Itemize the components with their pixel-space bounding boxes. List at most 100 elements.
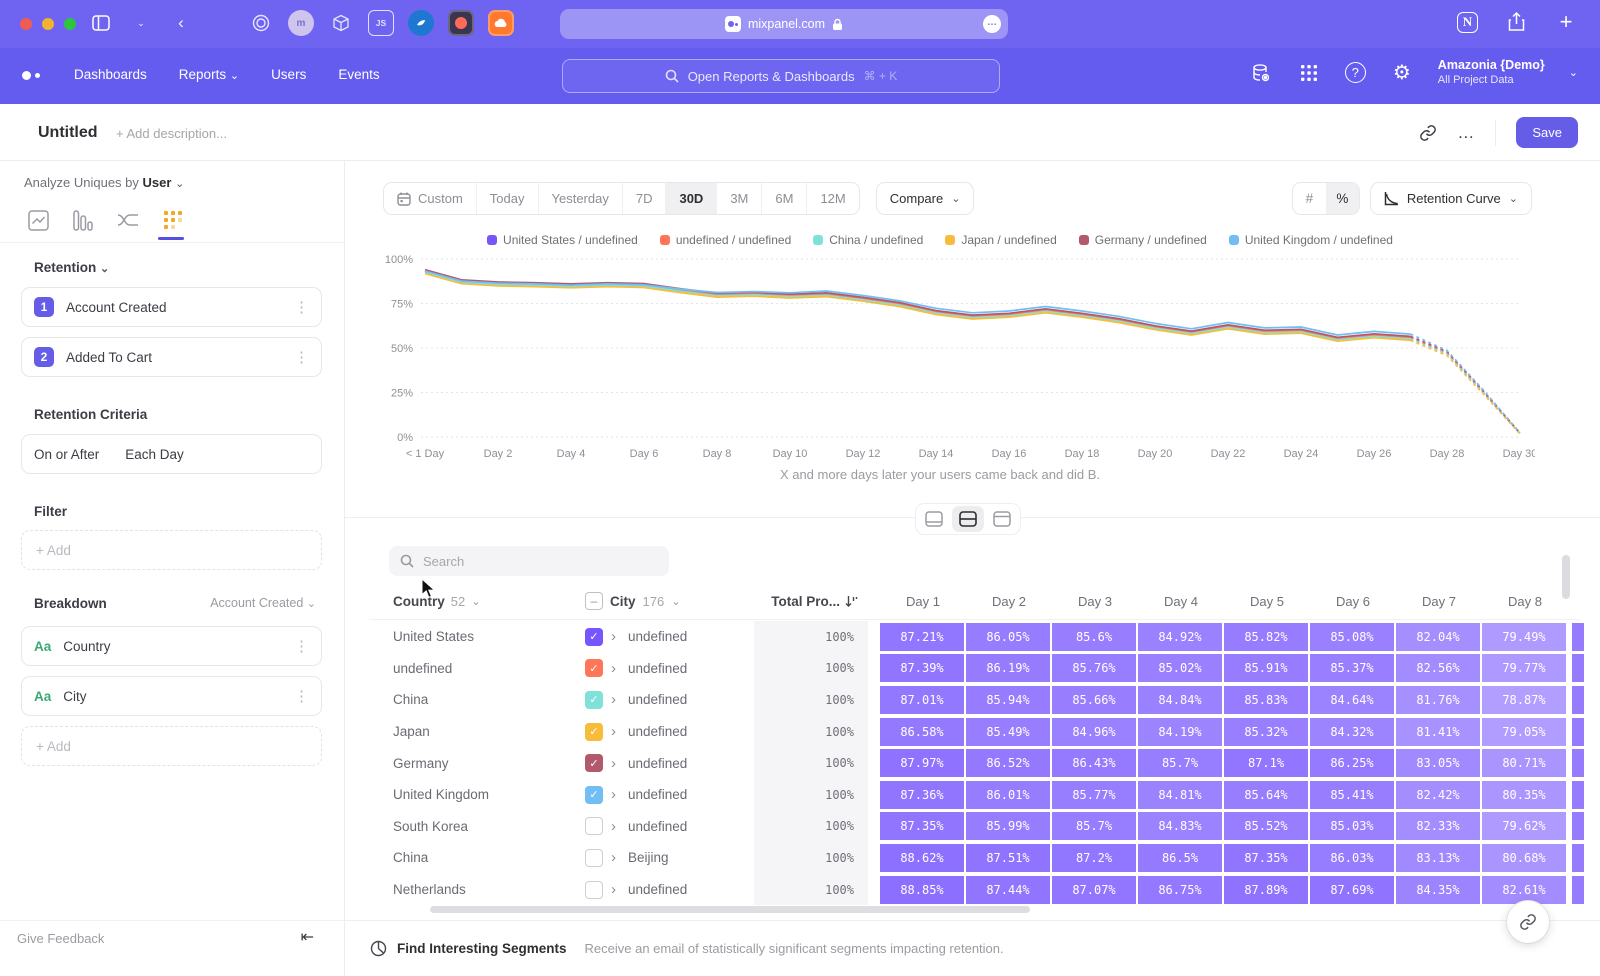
retention-cell[interactable]: 86.75% — [1138, 876, 1222, 904]
expand-row-icon[interactable]: › — [611, 818, 628, 835]
row-checkbox[interactable]: ✓ — [585, 723, 603, 741]
retention-cell[interactable]: 85.49% — [966, 718, 1050, 746]
total-column-header[interactable]: Total Pro... — [754, 594, 868, 609]
retention-cell[interactable]: 86.52% — [966, 749, 1050, 777]
tab-flows-icon[interactable] — [116, 207, 140, 233]
retention-cell[interactable]: 87.07% — [1052, 876, 1136, 904]
breakdown-country[interactable]: Aa Country ⋮ — [21, 626, 322, 666]
tab-insights-icon[interactable] — [26, 207, 50, 233]
retention-cell[interactable]: 79.05% — [1482, 718, 1566, 746]
retention-cell[interactable]: 87.44% — [966, 876, 1050, 904]
legend-item[interactable]: undefined / undefined — [660, 233, 791, 247]
retention-cell[interactable]: 86.43% — [1052, 749, 1136, 777]
report-title[interactable]: Untitled — [38, 124, 98, 142]
retention-cell[interactable]: 86.5% — [1138, 844, 1222, 872]
range-3m[interactable]: 3M — [716, 183, 761, 214]
row-checkbox[interactable] — [585, 881, 603, 899]
table-search-input[interactable] — [423, 554, 643, 569]
project-switcher[interactable]: Amazonia {Demo} All Project Data — [1438, 58, 1545, 87]
chart-view-toggle[interactable] — [918, 506, 950, 532]
retention-cell[interactable]: 85.41% — [1310, 781, 1394, 809]
criteria-mode[interactable]: On or After — [34, 447, 99, 462]
vertical-scrollbar[interactable] — [1562, 555, 1570, 599]
give-feedback-link[interactable]: Give Feedback — [17, 931, 104, 946]
tab-overview-chevron-icon[interactable]: ⌄ — [128, 10, 154, 36]
range-custom[interactable]: Custom — [384, 183, 476, 214]
rings-extension-icon[interactable] — [248, 10, 274, 36]
collapse-sidebar-icon[interactable]: ⇤ — [301, 927, 314, 947]
retention-cell[interactable]: 85.32% — [1224, 718, 1308, 746]
retention-cell[interactable]: 87.51% — [966, 844, 1050, 872]
value-mode-count[interactable]: # — [1293, 183, 1326, 214]
horizontal-scrollbar[interactable] — [430, 906, 1030, 913]
apps-grid-icon[interactable] — [1297, 61, 1321, 85]
retention-cell[interactable]: 79.77% — [1482, 654, 1566, 682]
step-options-icon[interactable]: ⋮ — [294, 348, 309, 366]
day-column-header[interactable]: Day 1 — [880, 594, 966, 609]
retention-cell[interactable]: 79.49% — [1482, 623, 1566, 651]
page-actions-icon[interactable]: … — [983, 15, 1001, 33]
step-options-icon[interactable]: ⋮ — [294, 298, 309, 316]
day-column-header[interactable]: Day 8 — [1482, 594, 1568, 609]
legend-item[interactable]: Germany / undefined — [1079, 233, 1207, 247]
expand-row-icon[interactable]: › — [611, 755, 628, 772]
retention-step-1[interactable]: 1 Account Created ⋮ — [21, 287, 322, 327]
retention-cell[interactable]: 86.25% — [1310, 749, 1394, 777]
retention-cell[interactable]: 88.62% — [880, 844, 964, 872]
expand-row-icon[interactable]: › — [611, 786, 628, 803]
retention-cell[interactable]: 86.05% — [966, 623, 1050, 651]
cube-extension-icon[interactable] — [328, 10, 354, 36]
row-checkbox[interactable]: ✓ — [585, 628, 603, 646]
breakdown-scope-select[interactable]: Account Created ⌄ — [210, 596, 316, 610]
retention-cell[interactable]: 82.33% — [1396, 812, 1480, 840]
table-search[interactable] — [389, 546, 669, 576]
share-link-fab[interactable] — [1507, 901, 1549, 943]
breakdown-property[interactable]: Country — [63, 639, 110, 654]
expand-row-icon[interactable]: › — [611, 849, 628, 866]
split-view-toggle[interactable] — [952, 506, 984, 532]
mixpanel-logo[interactable] — [22, 71, 40, 80]
day-column-header[interactable]: Day 7 — [1396, 594, 1482, 609]
retention-cell[interactable]: 84.35% — [1396, 876, 1480, 904]
row-checkbox[interactable] — [585, 817, 603, 835]
value-mode-percent[interactable]: % — [1326, 183, 1359, 214]
retention-cell[interactable]: 84.84% — [1138, 686, 1222, 714]
expand-row-icon[interactable]: › — [611, 660, 628, 677]
retention-cell[interactable]: 86.19% — [966, 654, 1050, 682]
legend-item[interactable]: United Kingdom / undefined — [1229, 233, 1393, 247]
retention-step-2[interactable]: 2 Added To Cart ⋮ — [21, 337, 322, 377]
retention-cell[interactable]: 85.77% — [1052, 781, 1136, 809]
retention-cell[interactable]: 85.6% — [1052, 623, 1136, 651]
add-breakdown-button[interactable]: + Add — [21, 726, 322, 766]
retention-cell[interactable]: 83.05% — [1396, 749, 1480, 777]
breakdown-city[interactable]: Aa City ⋮ — [21, 676, 322, 716]
mixpanel-dark-extension-icon[interactable] — [448, 10, 474, 36]
retention-cell[interactable]: 85.08% — [1310, 623, 1394, 651]
retention-cell[interactable]: 83.13% — [1396, 844, 1480, 872]
expand-row-icon[interactable]: › — [611, 723, 628, 740]
retention-cell[interactable]: 84.81% — [1138, 781, 1222, 809]
retention-cell[interactable]: 81.76% — [1396, 686, 1480, 714]
breakdown-options-icon[interactable]: ⋮ — [294, 687, 309, 705]
segments-title[interactable]: Find Interesting Segments — [397, 941, 567, 956]
nav-dashboards[interactable]: Dashboards — [74, 67, 147, 82]
add-description[interactable]: + Add description... — [116, 126, 227, 141]
retention-cell[interactable]: 84.19% — [1138, 718, 1222, 746]
retention-cell[interactable]: 79.62% — [1482, 812, 1566, 840]
row-checkbox[interactable]: ✓ — [585, 659, 603, 677]
more-menu-icon[interactable]: … — [1457, 123, 1475, 143]
retention-cell[interactable]: 87.69% — [1310, 876, 1394, 904]
retention-cell[interactable]: 85.82% — [1224, 623, 1308, 651]
bird-extension-icon[interactable] — [408, 10, 434, 36]
country-column-header[interactable]: Country 52 ⌄ — [345, 594, 585, 609]
nav-reports[interactable]: Reports ⌄ — [179, 67, 239, 82]
retention-cell[interactable]: 81.41% — [1396, 718, 1480, 746]
range-12m[interactable]: 12M — [806, 183, 858, 214]
settings-gear-icon[interactable]: ⚙ — [1390, 61, 1414, 85]
retention-cell[interactable]: 87.01% — [880, 686, 964, 714]
retention-cell[interactable]: 85.83% — [1224, 686, 1308, 714]
copy-link-icon[interactable] — [1419, 124, 1437, 142]
retention-cell[interactable]: 85.91% — [1224, 654, 1308, 682]
retention-cell[interactable]: 85.7% — [1052, 812, 1136, 840]
retention-cell[interactable]: 82.42% — [1396, 781, 1480, 809]
